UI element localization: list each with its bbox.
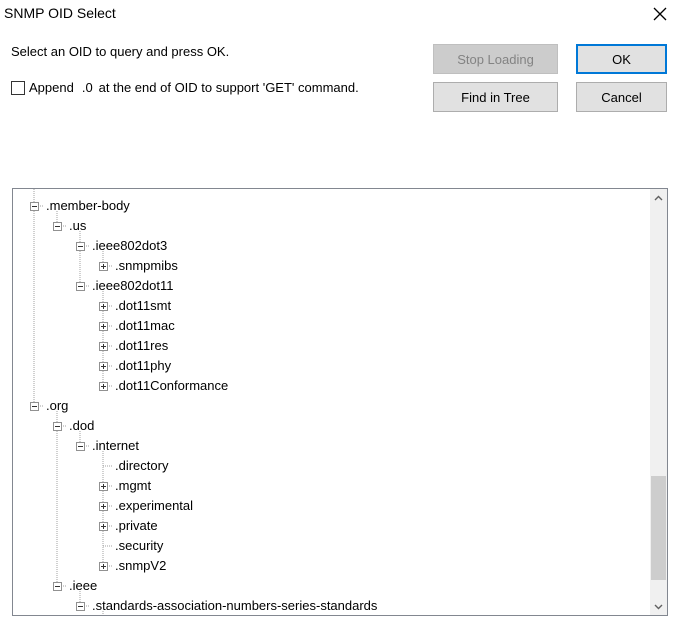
tree-node-label: .dod <box>69 418 95 433</box>
tree-node[interactable]: .directory <box>115 456 168 476</box>
close-icon <box>653 7 667 21</box>
tree-node-label: .directory <box>115 458 169 473</box>
append-suffix-code: .0 <box>81 80 93 95</box>
tree-node[interactable]: .snmpV2 <box>115 556 166 576</box>
expand-icon[interactable] <box>99 342 108 351</box>
stop-loading-button[interactable]: Stop Loading <box>433 44 558 74</box>
tree-node-label: .ieee802dot11 <box>92 278 174 293</box>
expand-icon[interactable] <box>99 382 108 391</box>
append-option: Append .0 at the end of OID to support '… <box>11 80 359 95</box>
collapse-icon[interactable] <box>76 602 85 611</box>
tree-node-label: .private <box>115 518 158 533</box>
collapse-icon[interactable] <box>53 222 62 231</box>
scroll-up-button[interactable] <box>650 189 667 206</box>
tree-node-label: .us <box>69 218 87 233</box>
tree-node-label: .member-body <box>46 198 130 213</box>
tree-node[interactable]: .snmpmibs <box>115 256 178 276</box>
append-checkbox[interactable] <box>11 80 25 95</box>
tree-node[interactable]: .experimental <box>115 496 193 516</box>
tree-node-label: .standards-association-numbers-series-st… <box>92 598 378 613</box>
tree-node-label: .ieee802dot3 <box>92 238 168 253</box>
tree-node[interactable]: .standards-association-numbers-series-st… <box>92 596 378 615</box>
tree-node[interactable]: .dot11Conformance <box>115 376 228 396</box>
tree-node-label: .snmpmibs <box>115 258 178 273</box>
oid-tree-view[interactable]: .member-body .us .ieee802dot3 .snmpmibs .iee… <box>12 188 668 616</box>
tree-node-label: .internet <box>92 438 139 453</box>
tree-node[interactable]: .org <box>46 396 68 416</box>
scroll-thumb[interactable] <box>651 476 666 580</box>
collapse-icon[interactable] <box>53 582 62 591</box>
tree-node[interactable]: .ieee802dot3 <box>92 236 167 256</box>
instruction-text: Select an OID to query and press OK. <box>11 44 230 59</box>
tree-node[interactable]: .internet <box>92 436 139 456</box>
expand-icon[interactable] <box>99 522 108 531</box>
tree-node[interactable]: .us <box>69 216 86 236</box>
tree-node-label: .dot11phy <box>115 358 172 373</box>
tree-node[interactable]: .security <box>115 536 163 556</box>
scroll-down-button[interactable] <box>650 598 667 615</box>
tree-node-label: .ieee <box>69 578 98 593</box>
tree-node-label: .dot11smt <box>115 298 172 313</box>
expand-icon[interactable] <box>99 302 108 311</box>
tree-node-label: .snmpV2 <box>115 558 167 573</box>
append-label-prefix: Append <box>29 80 74 95</box>
collapse-icon[interactable] <box>30 202 39 211</box>
chevron-down-icon <box>654 604 663 609</box>
tree-node[interactable]: .dot11mac <box>115 316 175 336</box>
expand-icon[interactable] <box>99 482 108 491</box>
tree-node-label: .dot11Conformance <box>115 378 229 393</box>
expand-icon[interactable] <box>99 362 108 371</box>
ok-button[interactable]: OK <box>576 44 667 74</box>
tree-node[interactable]: .ieee <box>69 576 97 596</box>
tree-node-label: .security <box>115 538 164 553</box>
cancel-button[interactable]: Cancel <box>576 82 667 112</box>
window-title: SNMP OID Select <box>4 5 116 21</box>
tree-node-label: .experimental <box>115 498 194 513</box>
collapse-icon[interactable] <box>53 422 62 431</box>
close-button[interactable] <box>640 0 680 28</box>
chevron-up-icon <box>654 195 663 200</box>
find-in-tree-button[interactable]: Find in Tree <box>433 82 558 112</box>
collapse-icon[interactable] <box>76 242 85 251</box>
tree-node-label: .dot11mac <box>115 318 175 333</box>
append-label-rest: at the end of OID to support 'GET' comma… <box>98 80 359 95</box>
tree-node-label: .mgmt <box>115 478 152 493</box>
expand-icon[interactable] <box>99 562 108 571</box>
tree-node[interactable]: .mgmt <box>115 476 151 496</box>
expand-icon[interactable] <box>99 262 108 271</box>
vertical-scrollbar[interactable] <box>650 189 667 615</box>
collapse-icon[interactable] <box>76 442 85 451</box>
tree-node-label: .org <box>46 398 69 413</box>
tree-node[interactable]: .dot11phy <box>115 356 171 376</box>
tree-node[interactable]: .ieee802dot11 <box>92 276 173 296</box>
collapse-icon[interactable] <box>76 282 85 291</box>
collapse-icon[interactable] <box>30 402 39 411</box>
tree-node[interactable]: .dod <box>69 416 94 436</box>
expand-icon[interactable] <box>99 502 108 511</box>
tree-node[interactable]: .dot11res <box>115 336 168 356</box>
tree-node[interactable]: .member-body <box>46 196 130 216</box>
tree-node[interactable]: .dot11smt <box>115 296 171 316</box>
expand-icon[interactable] <box>99 322 108 331</box>
tree-node-label: .dot11res <box>115 338 169 353</box>
tree-node[interactable]: .private <box>115 516 158 536</box>
